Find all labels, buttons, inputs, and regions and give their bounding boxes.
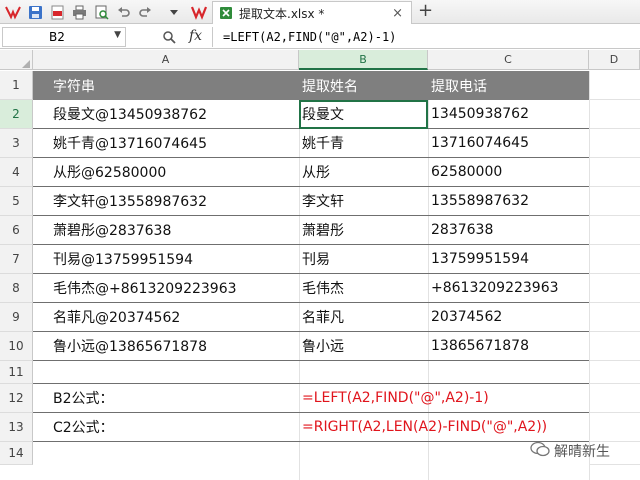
table-cell[interactable]: 萧碧彤: [299, 216, 428, 245]
row-header-1[interactable]: 1: [0, 71, 33, 100]
row-header-13[interactable]: 13: [0, 413, 33, 442]
gridline: [589, 157, 640, 158]
dropdown-icon[interactable]: [165, 3, 183, 21]
column-header-a[interactable]: A: [33, 50, 299, 70]
table-cell[interactable]: 毛伟杰@+8613209223963: [33, 274, 299, 303]
formula-text-cell[interactable]: =RIGHT(A2,LEN(A2)-FIND("@",A2)): [299, 413, 589, 442]
print-icon[interactable]: [70, 3, 88, 21]
save-icon[interactable]: [26, 3, 44, 21]
table-cell[interactable]: 姚千青@13716074645: [33, 129, 299, 158]
export-pdf-icon[interactable]: [48, 3, 66, 21]
table-cell[interactable]: 13865671878: [428, 332, 589, 361]
row-header-11[interactable]: 11: [0, 361, 33, 384]
new-tab-button[interactable]: +: [418, 0, 433, 21]
row-header-14[interactable]: 14: [0, 442, 33, 465]
gridline: [589, 383, 640, 384]
row-header-8[interactable]: 8: [0, 274, 33, 303]
formula-label-cell[interactable]: B2公式：: [33, 384, 299, 413]
insert-function-button[interactable]: fx: [189, 28, 202, 44]
row-header-6[interactable]: 6: [0, 216, 33, 245]
column-headers: A B C D: [0, 50, 640, 70]
column-header-c[interactable]: C: [428, 50, 589, 70]
gridline: [589, 71, 590, 480]
table-cell[interactable]: 名菲凡@20374562: [33, 303, 299, 332]
header-cell[interactable]: 提取姓名: [299, 71, 428, 100]
gridline: [589, 244, 640, 245]
redo-icon[interactable]: [136, 3, 154, 21]
table-cell[interactable]: 从彤@62580000: [33, 158, 299, 187]
selected-cell[interactable]: 段曼文: [299, 100, 428, 129]
undo-icon[interactable]: [114, 3, 132, 21]
row-header-10[interactable]: 10: [0, 332, 33, 361]
table-cell[interactable]: 13450938762: [428, 100, 589, 129]
column-header-b[interactable]: B: [299, 50, 428, 70]
row-header-4[interactable]: 4: [0, 158, 33, 187]
gridline: [589, 331, 640, 332]
spreadsheet-file-icon: [219, 6, 233, 20]
formula-bar: B2 ▼ fx =LEFT(A2,FIND("@",A2)-1): [0, 25, 640, 49]
table-cell[interactable]: 鲁小远@13865671878: [33, 332, 299, 361]
table-cell[interactable]: 鲁小远: [299, 332, 428, 361]
table-cell[interactable]: 2837638: [428, 216, 589, 245]
table-cell[interactable]: 李文轩@13558987632: [33, 187, 299, 216]
table-cell[interactable]: 13558987632: [428, 187, 589, 216]
select-all-button[interactable]: [0, 50, 33, 70]
gridline: [589, 273, 640, 274]
wps-logo-icon[interactable]: [190, 3, 208, 21]
gridline: [589, 464, 640, 465]
row-header-3[interactable]: 3: [0, 129, 33, 158]
column-header-d[interactable]: D: [589, 50, 640, 70]
gridline: [589, 412, 640, 413]
table-cell[interactable]: 62580000: [428, 158, 589, 187]
name-box[interactable]: B2 ▼: [2, 27, 126, 47]
blank-row[interactable]: [33, 361, 589, 384]
row-header-12[interactable]: 12: [0, 384, 33, 413]
header-cell[interactable]: 字符串: [33, 71, 299, 100]
formula-label-cell[interactable]: C2公式：: [33, 413, 299, 442]
table-cell[interactable]: 萧碧彤@2837638: [33, 216, 299, 245]
chevron-down-icon[interactable]: ▼: [114, 30, 121, 40]
watermark-text: 解晴新生: [554, 444, 610, 460]
table-cell[interactable]: 13716074645: [428, 129, 589, 158]
table-cell[interactable]: 段曼文@13450938762: [33, 100, 299, 129]
tab-close-button[interactable]: ×: [392, 6, 403, 21]
tab-document[interactable]: 提取文本.xlsx * ×: [212, 1, 412, 24]
tab-title: 提取文本.xlsx *: [239, 6, 325, 21]
formula-text-cell[interactable]: =LEFT(A2,FIND("@",A2)-1): [299, 384, 589, 413]
name-box-value: B2: [49, 30, 65, 44]
zoom-icon[interactable]: [162, 29, 176, 48]
table-cell[interactable]: +8613209223963: [428, 274, 589, 303]
table-cell[interactable]: 名菲凡: [299, 303, 428, 332]
table-cell[interactable]: 姚千青: [299, 129, 428, 158]
table-cell[interactable]: 毛伟杰: [299, 274, 428, 303]
watermark: 解晴新生: [530, 441, 610, 461]
formula-input[interactable]: =LEFT(A2,FIND("@",A2)-1): [212, 27, 638, 47]
table-cell[interactable]: 从彤: [299, 158, 428, 187]
row-header-7[interactable]: 7: [0, 245, 33, 274]
gridline: [589, 215, 640, 216]
table-cell[interactable]: 13759951594: [428, 245, 589, 274]
header-cell[interactable]: 提取电话: [428, 71, 589, 100]
row-header-2[interactable]: 2: [0, 100, 33, 129]
wps-logo-icon[interactable]: [4, 3, 22, 21]
table-cell[interactable]: 刊易: [299, 245, 428, 274]
gridline: [589, 186, 640, 187]
gridline: [589, 128, 640, 129]
row-header-9[interactable]: 9: [0, 303, 33, 332]
gridline: [589, 99, 640, 100]
row-header-5[interactable]: 5: [0, 187, 33, 216]
print-preview-icon[interactable]: [92, 3, 110, 21]
table-cell[interactable]: 李文轩: [299, 187, 428, 216]
table-cell[interactable]: 刊易@13759951594: [33, 245, 299, 274]
gridline: [589, 302, 640, 303]
wechat-icon: [530, 441, 550, 461]
title-toolbar: 提取文本.xlsx * × +: [0, 0, 640, 24]
gridline: [589, 360, 640, 361]
table-cell[interactable]: 20374562: [428, 303, 589, 332]
